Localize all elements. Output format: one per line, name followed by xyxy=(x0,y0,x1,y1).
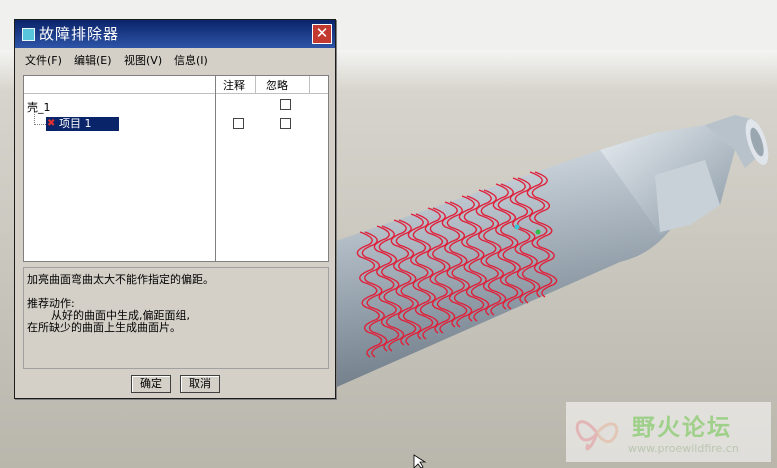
menu-file[interactable]: 文件(F) xyxy=(25,52,62,68)
status-columns: 注释 忽略 xyxy=(215,75,329,262)
column-header-annotation[interactable]: 注释 xyxy=(223,77,245,93)
cancel-button[interactable]: 取消 xyxy=(180,375,220,393)
close-icon: ✕ xyxy=(315,24,329,42)
issue-tree[interactable]: 壳_1 ✖ 项目 1 xyxy=(23,75,216,262)
tree-header xyxy=(24,76,216,94)
error-message: 加亮曲面弯曲太大不能作指定的偏距。 xyxy=(27,273,214,286)
tree-connector xyxy=(34,112,46,125)
menu-view[interactable]: 视图(V) xyxy=(124,52,162,68)
close-button[interactable]: ✕ xyxy=(312,24,332,44)
message-panel: 加亮曲面弯曲太大不能作指定的偏距。 推荐动作: 从好的曲面中生成,偏距面组, 在… xyxy=(23,267,329,369)
column-header-ignore[interactable]: 忽略 xyxy=(266,77,288,93)
error-x-icon: ✖ xyxy=(47,118,56,129)
troubleshooter-dialog: 故障排除器 ✕ 文件(F) 编辑(E) 视图(V) 信息(I) 壳_1 ✖ 项目… xyxy=(14,19,336,399)
dialog-titlebar[interactable]: 故障排除器 ✕ xyxy=(15,20,335,48)
recommended-action-line-2: 在所缺少的曲面上生成曲面片。 xyxy=(27,321,181,334)
menu-bar: 文件(F) 编辑(E) 视图(V) 信息(I) xyxy=(19,50,331,68)
menu-info[interactable]: 信息(I) xyxy=(174,52,208,68)
ignore-checkbox-item-1[interactable] xyxy=(280,118,291,129)
watermark-title: 野火论坛 xyxy=(632,415,732,441)
forum-watermark: 野火论坛 www.proewildfire.cn xyxy=(566,402,771,462)
tree-node-item-1[interactable]: ✖ 项目 1 xyxy=(46,117,119,131)
menu-edit[interactable]: 编辑(E) xyxy=(74,52,112,68)
column-header-row: 注释 忽略 xyxy=(216,76,328,94)
pick-point-marker xyxy=(535,229,541,235)
window-icon xyxy=(22,28,35,41)
watermark-url: www.proewildfire.cn xyxy=(628,442,739,455)
dialog-title: 故障排除器 xyxy=(39,25,120,43)
column-divider xyxy=(309,76,310,93)
tree-node-label: 项目 1 xyxy=(59,117,92,130)
annotation-checkbox-item-1[interactable] xyxy=(233,118,244,129)
ignore-checkbox-root[interactable] xyxy=(280,99,291,110)
column-divider xyxy=(255,76,256,93)
pick-point-marker-2 xyxy=(514,224,520,230)
butterfly-logo-icon xyxy=(575,420,619,451)
ok-button[interactable]: 确定 xyxy=(131,375,171,393)
